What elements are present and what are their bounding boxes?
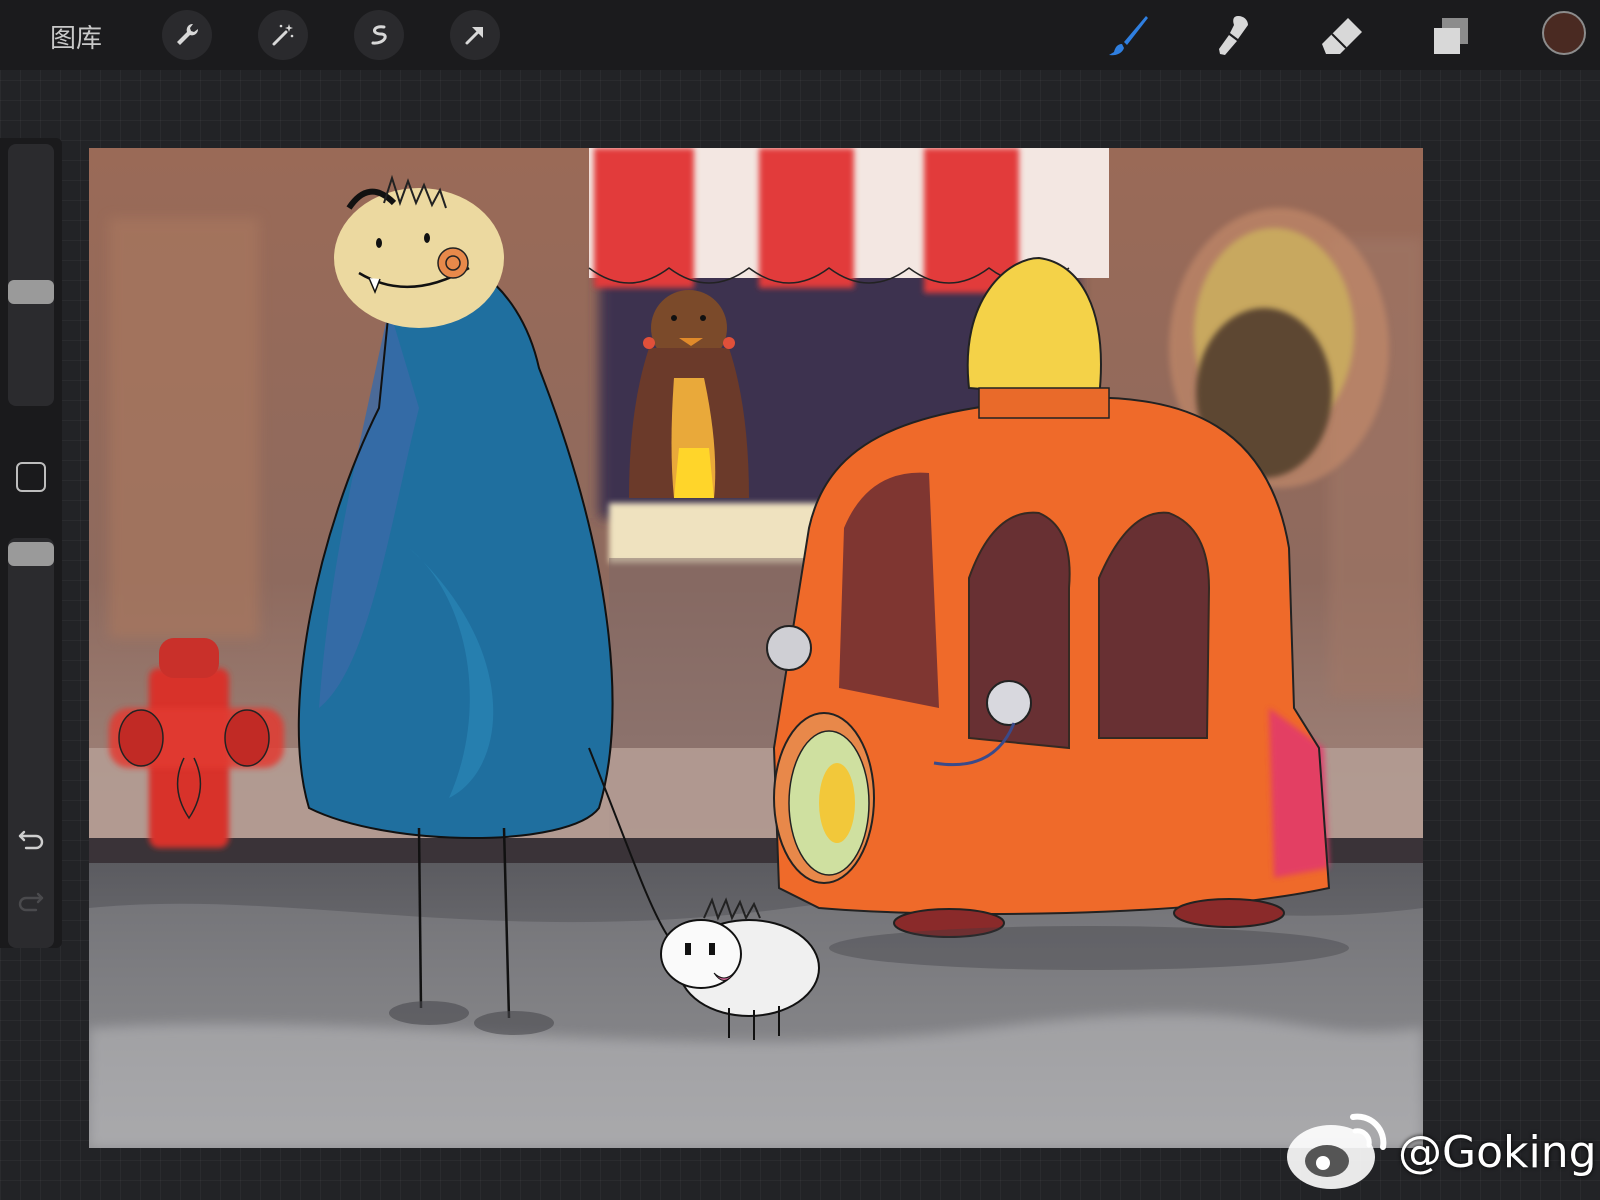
transform-arrow-icon [465, 27, 483, 45]
undo-button[interactable] [14, 820, 48, 854]
transform-button[interactable] [450, 10, 500, 60]
brush-icon [1109, 16, 1148, 56]
brush-size-slider[interactable] [8, 144, 54, 406]
color-picker-button[interactable] [1542, 11, 1586, 55]
eraser-tool-button[interactable] [1318, 12, 1366, 60]
layers-tool-button[interactable] [1426, 12, 1474, 60]
redo-button[interactable] [14, 882, 48, 916]
weibo-icon [1287, 1113, 1387, 1189]
actions-button[interactable] [162, 10, 212, 60]
smudge-tool-button[interactable] [1210, 12, 1258, 60]
selection-icon [371, 25, 387, 45]
drawing-canvas[interactable] [89, 148, 1423, 1148]
brush-size-slider-thumb[interactable] [8, 280, 54, 304]
wrench-icon [177, 23, 199, 45]
brush-tool-button[interactable] [1104, 12, 1152, 60]
magic-wand-icon [272, 24, 294, 46]
adjustments-button[interactable] [258, 10, 308, 60]
top-toolbar: 图库 [0, 0, 1600, 70]
opacity-slider-thumb[interactable] [8, 542, 54, 566]
undo-icon [18, 830, 44, 850]
artwork-illustration [89, 148, 1423, 1148]
smudge-icon [1219, 16, 1248, 55]
modify-button[interactable] [16, 462, 46, 492]
left-sidebar [0, 138, 62, 948]
redo-icon [18, 892, 44, 912]
selection-button[interactable] [354, 10, 404, 60]
watermark-handle: @Goking [1398, 1127, 1597, 1178]
eraser-icon [1322, 18, 1362, 54]
layers-icon [1434, 18, 1468, 54]
weibo-watermark: @Goking [1283, 1105, 1597, 1195]
gallery-button[interactable]: 图库 [50, 18, 102, 55]
